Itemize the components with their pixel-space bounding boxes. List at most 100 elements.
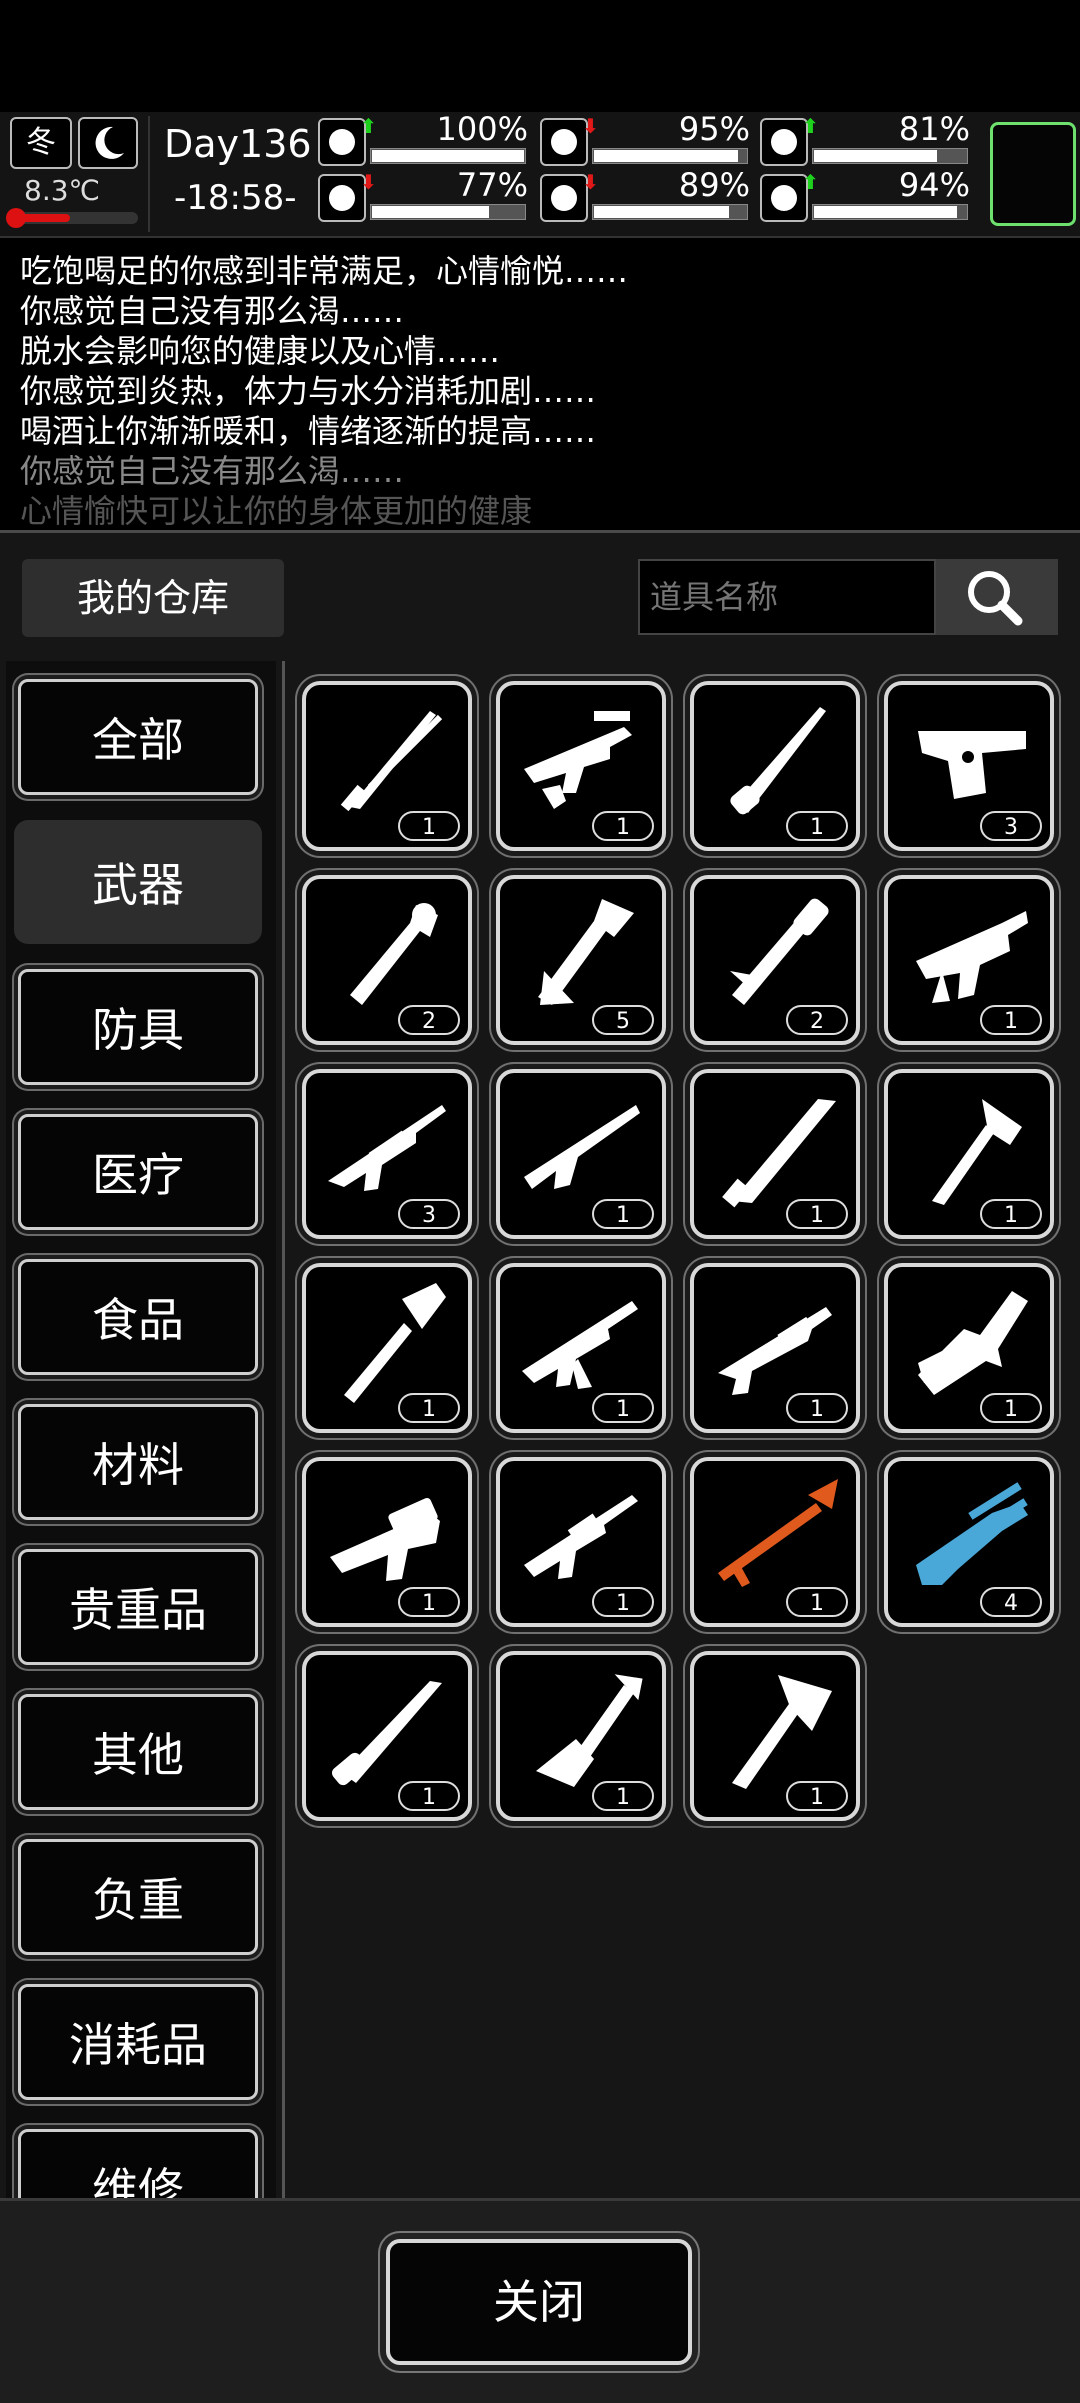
equipped-slot[interactable] [990, 122, 1076, 226]
item-quantity: 2 [398, 1005, 460, 1035]
trend-up-icon: ⬆ [360, 114, 377, 138]
trend-down-icon: ⬇ [582, 114, 599, 138]
item-slot[interactable]: 1 [690, 1069, 860, 1239]
item-slot[interactable]: 1 [690, 1651, 860, 1821]
stat-bar-fill [372, 206, 490, 218]
item-slot[interactable]: 1 [496, 681, 666, 851]
m16-rifle-icon [524, 1495, 638, 1579]
ak-rifle-icon [522, 1301, 638, 1389]
machete-icon [722, 1099, 836, 1208]
stat-bar-fill [372, 150, 524, 162]
hud-divider [148, 116, 150, 232]
category-5[interactable]: 材料 [18, 1404, 258, 1520]
item-slot[interactable]: 1 [302, 1263, 472, 1433]
category-6[interactable]: 贵重品 [18, 1549, 258, 1665]
health-icon [318, 118, 366, 166]
hatchet-icon [932, 1099, 1022, 1205]
baton-icon [730, 898, 829, 1005]
temperature-readout: 8.3℃ [24, 174, 100, 207]
item-slot[interactable]: 2 [690, 875, 860, 1045]
category-2[interactable]: 防具 [18, 969, 258, 1085]
stat-value: 94% [898, 166, 970, 204]
item-slot[interactable]: 5 [496, 875, 666, 1045]
close-button[interactable]: 关闭 [386, 2239, 692, 2365]
item-slot[interactable]: 1 [302, 681, 472, 851]
warehouse-tab[interactable]: 我的仓库 [22, 559, 284, 637]
stat-bar [370, 204, 526, 220]
category-list[interactable]: 全部武器防具医疗食品材料贵重品其他负重消耗品维修 [6, 661, 276, 2201]
trend-down-icon: ⬇ [360, 170, 377, 194]
stamina-icon [318, 174, 366, 222]
category-7[interactable]: 其他 [18, 1694, 258, 1810]
message-log[interactable]: 吃饱喝足的你感到非常满足，心情愉悦…… 你感觉自己没有那么渴…… 脱水会影响您的健康… [0, 238, 1080, 526]
item-slot[interactable]: 3 [302, 1069, 472, 1239]
item-slot[interactable]: 1 [884, 1069, 1054, 1239]
stat-bar [592, 204, 748, 220]
item-slot[interactable]: 1 [302, 1457, 472, 1627]
stat-stomach: ⬇ 95% [540, 110, 750, 166]
item-quantity: 4 [980, 1587, 1042, 1617]
minigun-icon [916, 1482, 1028, 1585]
log-line: 心情愉快可以让你的身体更加的健康 [20, 492, 533, 526]
category-3[interactable]: 医疗 [18, 1114, 258, 1230]
item-quantity: 1 [786, 1199, 848, 1229]
stat-bar [370, 148, 526, 164]
category-1[interactable]: 武器 [18, 824, 258, 940]
grenade-launcher-icon [350, 903, 438, 1005]
shovel-icon [344, 1283, 446, 1403]
category-10[interactable]: 维修 [18, 2129, 258, 2201]
item-quantity: 1 [786, 811, 848, 841]
item-slot[interactable]: 1 [690, 681, 860, 851]
stat-bar-fill [814, 150, 938, 162]
season-badge: 冬 [10, 117, 72, 169]
item-quantity: 1 [398, 1393, 460, 1423]
item-slot[interactable]: 1 [496, 1263, 666, 1433]
stat-heart: ⬆ 94% [760, 166, 970, 222]
item-slot[interactable]: 1 [884, 1263, 1054, 1433]
item-slot[interactable]: 1 [496, 1069, 666, 1239]
item-slot[interactable]: 3 [884, 681, 1054, 851]
item-quantity: 1 [786, 1781, 848, 1811]
item-quantity: 2 [786, 1005, 848, 1035]
item-quantity: 1 [592, 1199, 654, 1229]
item-quantity: 3 [980, 811, 1042, 841]
item-quantity: 1 [398, 1587, 460, 1617]
item-slot[interactable]: 1 [884, 875, 1054, 1045]
trend-down-icon: ⬇ [582, 170, 599, 194]
clock-readout: -18:58- [174, 178, 297, 218]
item-quantity: 1 [592, 1781, 654, 1811]
item-slot[interactable]: 1 [302, 1651, 472, 1821]
status-hud: 冬 8.3℃ Day136 -18:58- ⬆ 100% ⬇ 95% ⬆ 81% ⬇ 77% ⬇… [0, 110, 1080, 238]
item-search-input[interactable] [638, 559, 936, 635]
item-slot[interactable]: 2 [302, 875, 472, 1045]
stat-value: 77% [456, 166, 528, 204]
item-quantity: 1 [592, 1393, 654, 1423]
bottom-bar: 关闭 [0, 2198, 1080, 2403]
hunting-rifle-icon [524, 1105, 640, 1189]
stat-value: 81% [898, 110, 970, 148]
category-8[interactable]: 负重 [18, 1839, 258, 1955]
search-button[interactable] [936, 559, 1058, 635]
item-slot[interactable]: 1 [690, 1457, 860, 1627]
item-quantity: 1 [980, 1199, 1042, 1229]
search-icon [968, 571, 1023, 626]
category-0[interactable]: 全部 [18, 679, 258, 795]
item-quantity: 5 [592, 1005, 654, 1035]
item-slot[interactable]: 4 [884, 1457, 1054, 1627]
item-slot[interactable]: 1 [496, 1457, 666, 1627]
item-slot[interactable]: 1 [690, 1263, 860, 1433]
stat-bar-fill [594, 206, 730, 218]
season-label: 冬 [26, 125, 56, 160]
grenade-rifle-icon [330, 1497, 440, 1581]
day-counter: Day136 [164, 122, 312, 166]
category-4[interactable]: 食品 [18, 1259, 258, 1375]
warehouse-panel: 我的仓库 全部武器防具医疗食品材料贵重品其他负重消耗品维修 1 1 1 3 2 5 2 1 3 1… [0, 530, 1080, 2403]
spade-icon [536, 1674, 643, 1787]
item-slot[interactable]: 1 [496, 1651, 666, 1821]
item-quantity: 1 [786, 1393, 848, 1423]
stat-value: 100% [436, 110, 528, 148]
category-9[interactable]: 消耗品 [18, 1984, 258, 2100]
item-quantity: 3 [398, 1199, 460, 1229]
stat-value: 89% [678, 166, 750, 204]
moon-icon [78, 117, 138, 169]
